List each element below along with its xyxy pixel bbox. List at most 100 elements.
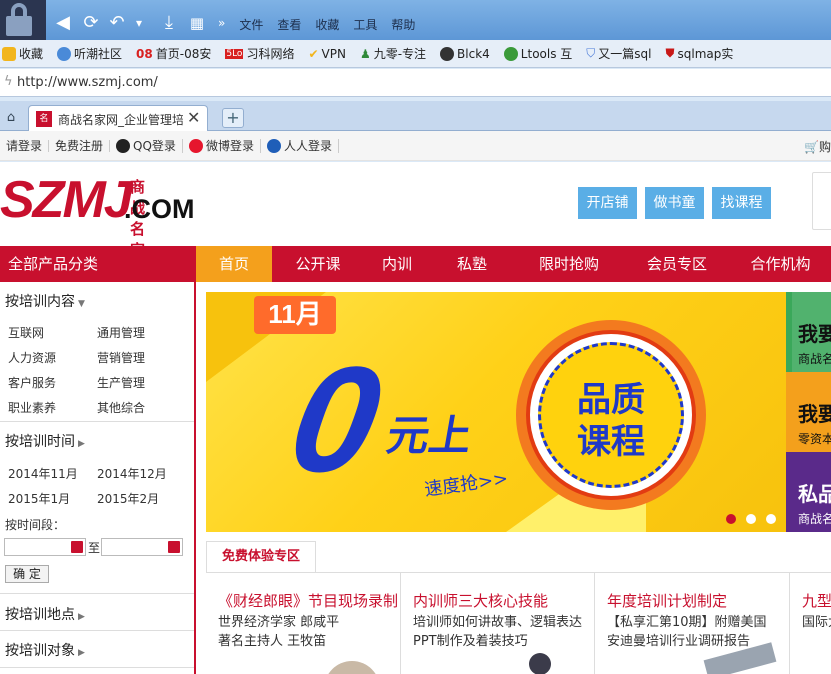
nav-flash-sale[interactable]: 限时抢购 [514, 246, 624, 282]
tab-strip: ⌂ 名 商战名家网_企业管理培训 ✕ + [0, 101, 831, 132]
be-assistant-button[interactable]: 做书童 [645, 187, 704, 219]
banner-month-badge: 11月 [254, 296, 336, 334]
trainer-figure [529, 653, 551, 674]
category-link[interactable]: 其他综合 [97, 399, 145, 416]
back-icon[interactable]: ◀ [52, 12, 74, 34]
course-line: 安迪曼培训行业调研报告 [607, 634, 751, 649]
person-icon: ♟ [359, 46, 371, 61]
course-card[interactable]: 九型 国际大 [790, 573, 831, 674]
calendar-icon[interactable] [71, 541, 83, 553]
menu-item-favorites[interactable]: 收藏 [315, 16, 339, 33]
end-date-field[interactable] [101, 538, 183, 556]
refresh-icon[interactable]: ⟳ [80, 12, 102, 34]
location-section: 按培训地点 ▶ [0, 594, 194, 631]
category-link[interactable]: 互联网 [8, 324, 44, 341]
undo-icon[interactable]: ↶ [106, 12, 128, 34]
course-title: 《财经郎眼》节目现场录制 [218, 592, 399, 610]
bookmark-sql[interactable]: ⛉ 又一篇sql [586, 45, 651, 62]
nav-public-course[interactable]: 公开课 [272, 246, 364, 282]
bookmarks-bar: 收藏 听潮社区 08 首页-08安 5Lo 习科网络 ✔ VPN ♟ 九零-专注 Blc… [0, 40, 831, 68]
banner-grab-link[interactable]: 速度抢>> [423, 464, 510, 501]
dropdown-icon[interactable]: ▾ [128, 12, 150, 34]
course-title: 年度培训计划制定 [607, 592, 728, 610]
time-link[interactable]: 2015年1月 [8, 490, 70, 507]
time-title[interactable]: 按培训时间 ▶ [5, 431, 85, 451]
bookmark-tingchao[interactable]: 听潮社区 [57, 45, 122, 62]
find-course-button[interactable]: 找课程 [712, 187, 771, 219]
globe-icon [57, 46, 72, 61]
url-text[interactable]: http://www.szmj.com/ [17, 75, 158, 90]
menu-item-tools[interactable]: 工具 [353, 16, 377, 33]
time-link[interactable]: 2014年12月 [97, 465, 167, 482]
category-link[interactable]: 通用管理 [97, 324, 145, 341]
tab-active[interactable]: 名 商战名家网_企业管理培训 ✕ [28, 105, 208, 132]
bookmark-sqlmap[interactable]: ⛊ sqlmap实 [666, 45, 734, 62]
course-card[interactable]: 年度培训计划制定 【私享汇第10期】附赠美国 安迪曼培训行业调研报告 [595, 573, 790, 674]
login-link[interactable]: 请登录 [0, 139, 50, 152]
audience-section: 按培训对象 ▶ [0, 631, 194, 668]
confirm-button[interactable]: 确 定 [5, 565, 49, 583]
nav-home[interactable]: 首页 [196, 246, 272, 282]
course-line: 著名主持人 王牧笛 [218, 634, 327, 649]
close-tab-icon[interactable]: ✕ [187, 108, 200, 127]
time-link[interactable]: 2015年2月 [97, 490, 159, 507]
side-ad-1[interactable]: 我要 商战名 [786, 292, 831, 372]
content-title[interactable]: 按培训内容 ▼ [5, 291, 85, 311]
speaker-photo [324, 661, 380, 674]
category-link[interactable]: 营销管理 [97, 349, 145, 366]
slide-dots [726, 514, 776, 524]
qq-icon [116, 138, 131, 153]
category-link[interactable]: 生产管理 [97, 374, 145, 391]
qq-login-link[interactable]: QQ登录 [110, 138, 183, 153]
nav-private[interactable]: 私塾 [430, 246, 514, 282]
new-tab-button[interactable]: + [222, 108, 244, 128]
seal-text-2: 课程 [577, 422, 645, 462]
side-ad-3[interactable]: 私品 商战名 [786, 452, 831, 532]
promo-banner[interactable]: 11月 0 元上 速度抢>> 品质 课程 [206, 292, 786, 532]
download-icon[interactable]: ⤓ [158, 12, 180, 34]
category-link[interactable]: 职业素养 [8, 399, 56, 416]
search-input[interactable] [812, 172, 831, 230]
bookmark-08sec[interactable]: 08 首页-08安 [136, 45, 211, 62]
nav-partners[interactable]: 合作机构 [730, 246, 831, 282]
time-link[interactable]: 2014年11月 [8, 465, 78, 482]
weibo-login-link[interactable]: 微博登录 [183, 138, 261, 153]
start-date-field[interactable] [4, 538, 86, 556]
register-link[interactable]: 免费注册 [49, 139, 111, 152]
menu-item-file[interactable]: 文件 [239, 16, 263, 33]
bookmark-jiuling[interactable]: ♟ 九零-专注 [360, 45, 426, 62]
menu-item-view[interactable]: 查看 [277, 16, 301, 33]
open-shop-button[interactable]: 开店铺 [578, 187, 637, 219]
address-bar[interactable]: ϟ http://www.szmj.com/ [0, 69, 831, 97]
slide-dot[interactable] [766, 514, 776, 524]
course-line: 国际大 [802, 615, 831, 630]
slide-dot[interactable] [726, 514, 736, 524]
course-card[interactable]: 内训师三大核心技能 培训师如何讲故事、逻辑表达 PPT制作及着装技巧 [401, 573, 595, 674]
home-icon[interactable]: ⌂ [0, 106, 22, 130]
site-logo[interactable]: SZMJ 商战名家 .COM [0, 172, 195, 259]
nav-inhouse[interactable]: 内训 [364, 246, 430, 282]
bookmark-blck4[interactable]: Blck4 [440, 46, 490, 61]
bookmark-ltools[interactable]: Ltools 互 [503, 45, 572, 62]
all-categories-header[interactable]: 全部产品分类 [0, 246, 196, 282]
bookmark-vpn[interactable]: ✔ VPN [308, 47, 345, 61]
audience-title[interactable]: 按培训对象 ▶ [5, 640, 85, 660]
category-link[interactable]: 客户服务 [8, 374, 56, 391]
renren-login-link[interactable]: 人人登录 [261, 138, 339, 153]
side-ad-2[interactable]: 我要 零资本 [786, 372, 831, 452]
shield-icon: ⛉ [586, 46, 596, 60]
free-trial-tab[interactable]: 免费体验专区 [206, 541, 316, 573]
nav-members[interactable]: 会员专区 [624, 246, 730, 282]
chevron-right-icon: ▶ [78, 612, 85, 622]
apps-icon[interactable]: ▦ [186, 12, 208, 34]
bookmark-xike[interactable]: 5Lo 习科网络 [225, 45, 294, 62]
category-link[interactable]: 人力资源 [8, 349, 56, 366]
menu-item-help[interactable]: 帮助 [391, 16, 415, 33]
course-card[interactable]: 《财经郎眼》节目现场录制 世界经济学家 郎咸平 著名主持人 王牧笛 [206, 573, 401, 674]
location-title[interactable]: 按培训地点 ▶ [5, 604, 85, 624]
cart-link[interactable]: 🛒购 [804, 138, 831, 155]
category-sidebar: 按培训内容 ▼ 互联网 通用管理 人力资源 营销管理 客户服务 生产管理 职业素养… [0, 282, 196, 674]
calendar-icon[interactable] [168, 541, 180, 553]
bookmark-favorites[interactable]: 收藏 [2, 45, 43, 62]
slide-dot[interactable] [746, 514, 756, 524]
